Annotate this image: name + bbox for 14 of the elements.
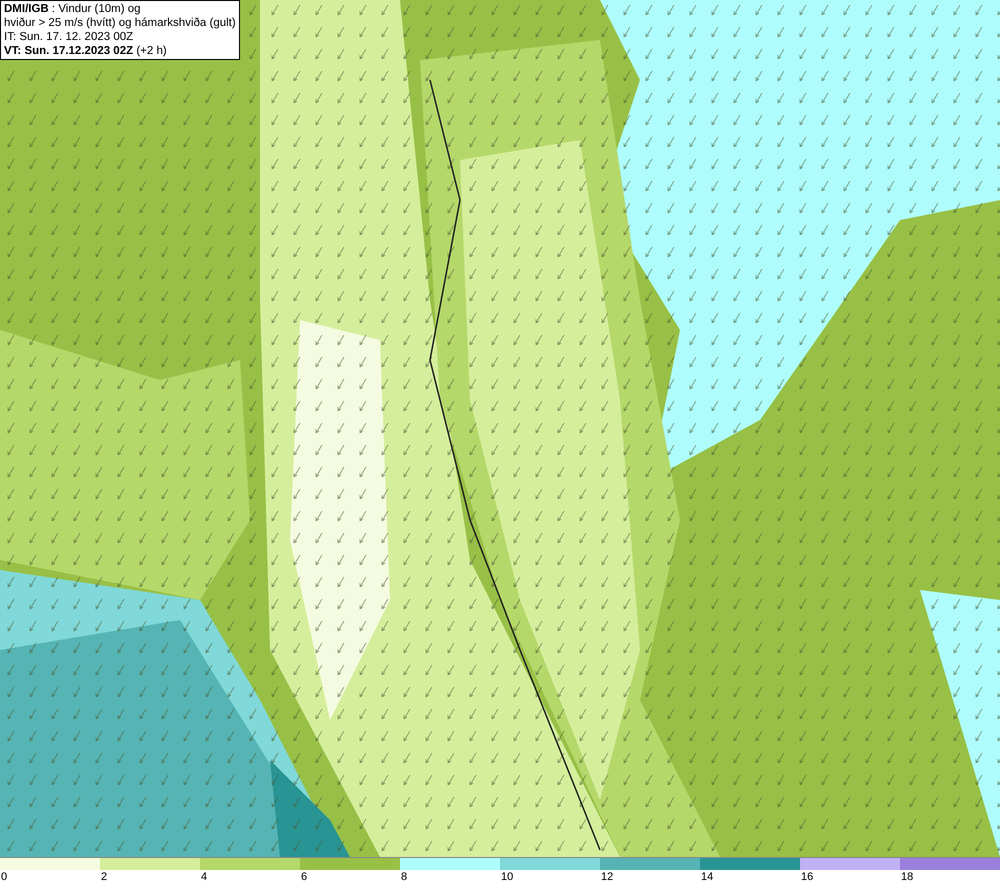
legend-label: 10	[500, 870, 514, 884]
legend-label: 18	[900, 870, 914, 884]
legend-label: 2	[100, 870, 108, 884]
legend-label: 4	[200, 870, 208, 884]
legend-label: 8	[400, 870, 408, 884]
map-info-text: VT: Sun. 17.12.2023 02Z (+2 h)	[4, 44, 168, 58]
legend-label: 0	[0, 870, 8, 884]
legend-label: 12	[600, 870, 614, 884]
map-info-text: hviður > 25 m/s (hvítt) og hámarkshviða (gult)	[4, 16, 236, 30]
legend-label: 16	[800, 870, 814, 884]
legend-label: 6	[300, 870, 308, 884]
map-info-text: DMI/IGB : Vindur (10m) og	[4, 2, 142, 16]
legend-label: 14	[700, 870, 714, 884]
map-info-text: IT: Sun. 17. 12. 2023 00Z	[4, 30, 134, 44]
